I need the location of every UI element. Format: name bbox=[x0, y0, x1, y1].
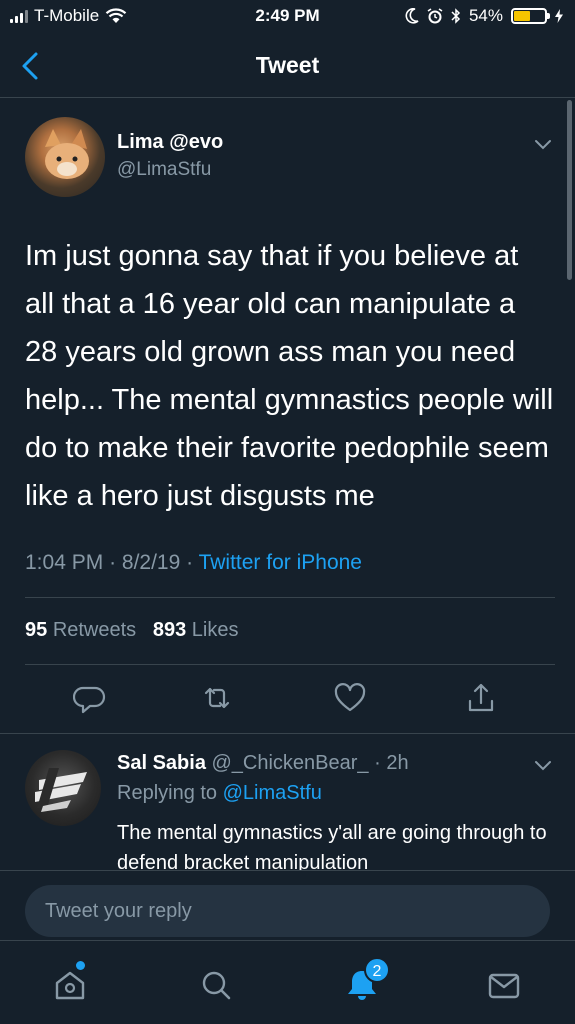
retweet-count: 95 bbox=[25, 619, 48, 641]
reply-author-handle[interactable]: @_ChickenBear_ bbox=[212, 752, 369, 774]
tweet-text: Im just gonna say that if you believe at… bbox=[25, 240, 554, 512]
tweet-actions bbox=[0, 681, 575, 721]
carrier-label: T-Mobile bbox=[34, 6, 100, 25]
page-title: Tweet bbox=[255, 52, 320, 78]
reply-header: Sal Sabia @_ChickenBear_ · 2h bbox=[117, 752, 409, 775]
tweet-stats: 95 Retweets 893 Likes bbox=[25, 619, 239, 642]
home-unread-dot bbox=[76, 961, 85, 970]
battery-icon bbox=[511, 8, 550, 24]
reply-input[interactable] bbox=[25, 885, 550, 937]
reply-text: The mental gymnastics y'all are going th… bbox=[117, 822, 547, 874]
meta-separator: · bbox=[109, 551, 122, 574]
reply-composer bbox=[0, 870, 575, 940]
wifi-icon bbox=[105, 8, 127, 23]
meta-separator: · bbox=[368, 752, 387, 774]
tab-notifications[interactable]: 2 bbox=[342, 957, 390, 1005]
tweet-meta: 1:04 PM · 8/2/19 · Twitter for iPhone bbox=[25, 551, 362, 575]
retweet-stat[interactable]: 95 Retweets bbox=[25, 619, 136, 641]
scrollbar[interactable] bbox=[567, 100, 572, 280]
tab-messages[interactable] bbox=[484, 965, 524, 1005]
tab-search[interactable] bbox=[196, 965, 236, 1005]
tab-home[interactable] bbox=[50, 961, 90, 1005]
chevron-down-icon[interactable] bbox=[533, 758, 553, 772]
divider bbox=[25, 664, 555, 665]
retweet-icon[interactable] bbox=[200, 681, 234, 715]
share-icon[interactable] bbox=[464, 681, 498, 715]
status-right: 54% bbox=[405, 6, 563, 26]
signal-icon bbox=[10, 9, 28, 23]
meta-separator: · bbox=[186, 551, 199, 574]
replying-to: Replying to @LimaStfu bbox=[117, 782, 322, 805]
replying-to-mention[interactable]: @LimaStfu bbox=[223, 782, 322, 804]
retweet-label: Retweets bbox=[52, 619, 137, 641]
battery-fill bbox=[514, 11, 531, 21]
cat-photo bbox=[45, 129, 89, 179]
reply-icon[interactable] bbox=[73, 681, 107, 715]
like-count: 893 bbox=[152, 619, 187, 641]
tweet-date: 8/2/19 bbox=[121, 551, 181, 574]
alarm-icon bbox=[427, 8, 443, 24]
author-avatar[interactable] bbox=[25, 117, 105, 197]
battery-percent: 54% bbox=[468, 6, 503, 25]
bluetooth-icon bbox=[451, 8, 461, 24]
heart-icon[interactable] bbox=[333, 681, 367, 715]
replying-to-label: Replying to bbox=[117, 782, 218, 804]
reply-avatar[interactable] bbox=[25, 750, 101, 826]
status-bar: T-Mobile 2:49 PM 54% bbox=[0, 0, 575, 34]
charging-icon bbox=[555, 9, 563, 23]
notifications-badge: 2 bbox=[364, 957, 390, 983]
author-handle[interactable]: @LimaStfu bbox=[117, 159, 211, 181]
status-left: T-Mobile bbox=[10, 6, 127, 26]
like-stat[interactable]: 893 Likes bbox=[153, 619, 239, 641]
divider bbox=[25, 597, 555, 598]
reply-tweet[interactable]: Sal Sabia @_ChickenBear_ · 2h Replying t… bbox=[0, 733, 575, 874]
chevron-down-icon[interactable] bbox=[533, 137, 553, 151]
nav-bar: Tweet bbox=[0, 34, 575, 98]
messages-icon bbox=[488, 973, 520, 999]
home-icon bbox=[55, 971, 85, 1000]
search-icon bbox=[202, 971, 231, 1000]
tab-bar: 2 bbox=[0, 940, 575, 1024]
tweet-time: 1:04 PM bbox=[25, 551, 104, 574]
like-label: Likes bbox=[191, 619, 239, 641]
tweet-source[interactable]: Twitter for iPhone bbox=[199, 551, 362, 574]
author-name[interactable]: Lima @evo bbox=[117, 131, 223, 154]
reply-author-name[interactable]: Sal Sabia bbox=[117, 752, 206, 774]
reply-age: 2h bbox=[386, 752, 409, 774]
reply-avatar-logo bbox=[35, 768, 87, 812]
moon-icon bbox=[405, 8, 419, 24]
chevron-left-icon[interactable] bbox=[14, 48, 50, 84]
